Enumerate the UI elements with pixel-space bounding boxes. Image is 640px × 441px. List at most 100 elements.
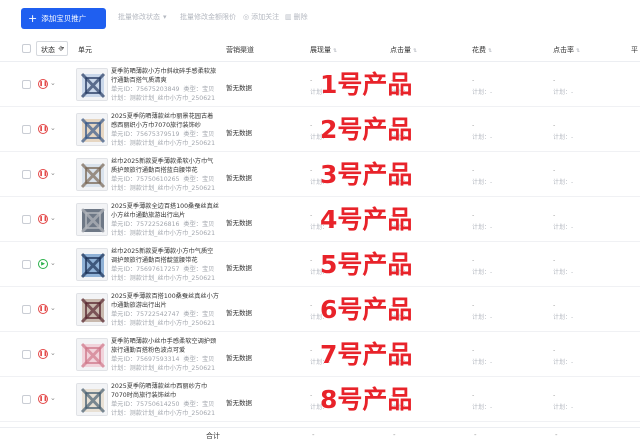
chevron-down-icon[interactable]: ⌄: [50, 259, 56, 267]
product-thumbnail: [76, 248, 108, 281]
product-title[interactable]: 2025夏季防晒薄款丝巾西丽纱方巾7070时尚旅行装饰丝巾: [111, 382, 219, 400]
row-checkbox[interactable]: [22, 125, 31, 134]
table-row[interactable]: ▶ ⌄ 丝巾2025新款夏季薄款小方巾气质空调护颈旅行通勤百搭靛蓝腰带花 单元I…: [0, 242, 640, 287]
unit-header: 单元: [78, 46, 92, 54]
chevron-down-icon[interactable]: ⌄: [50, 124, 56, 132]
table-row[interactable]: ❚❚ ⌄ 2025夏季薄款百搭100桑蚕丝真丝小方巾通勤旅游出行出片 单元ID：…: [0, 287, 640, 332]
row-checkbox[interactable]: [22, 260, 31, 269]
chevron-down-icon[interactable]: ⌄: [50, 304, 56, 312]
impressions-value: -: [310, 301, 313, 309]
pause-status-icon[interactable]: ❚❚: [38, 304, 48, 314]
row-checkbox[interactable]: [22, 350, 31, 359]
cost-value: -: [472, 121, 475, 129]
plan-name: 计划：测款计划_丝巾小方巾_250621: [111, 95, 216, 102]
product-title[interactable]: 丝巾2025新款夏季薄款柔软小方巾气质护颈旅行通勤百搭蓝白腰带花: [111, 157, 219, 175]
product-thumbnail: [76, 383, 108, 416]
ctr-sub: 计划：-: [553, 314, 574, 321]
unit-id: 单元ID：75675203849: [111, 86, 180, 93]
cost-header[interactable]: 花费 ⇅: [472, 45, 492, 55]
impressions-header[interactable]: 展现量 ⇅: [310, 45, 337, 55]
pause-status-icon[interactable]: ❚❚: [38, 349, 48, 359]
impressions-value: -: [310, 346, 313, 354]
table-row[interactable]: ❚❚ ⌄ 2025夏季薄款全边百搭100桑蚕丝真丝小方丝巾通勤旅游出行出片 单元…: [0, 197, 640, 242]
impressions-value: -: [310, 166, 313, 174]
plan-name: 计划：测款计划_丝巾小方巾_250621: [111, 140, 216, 147]
unit-type: 类型：宝贝: [183, 266, 215, 273]
cost-value: -: [472, 256, 475, 264]
plan-name: 计划：测款计划_丝巾小方巾_250621: [111, 230, 216, 237]
pause-status-icon[interactable]: ❚❚: [38, 124, 48, 134]
impressions-value: -: [310, 391, 313, 399]
table-row[interactable]: ❚❚ ⌄ 2025夏季防晒薄款丝巾丽景花园古着感西丽织小方巾7070旅行装饰纱 …: [0, 107, 640, 152]
pause-status-icon[interactable]: ❚❚: [38, 79, 48, 89]
product-title[interactable]: 夏季防晒薄款小方巾斜纹碎手感柔软旅行通勤百搭气质清爽: [111, 67, 219, 85]
unit-type: 类型：宝贝: [183, 131, 215, 138]
table-header: 状态 ▾ ✥ 单元 营销渠道 展现量 ⇅ 点击量 ⇅ 花费 ⇅ 点击率 ⇅ 平: [0, 36, 640, 62]
select-all-checkbox[interactable]: [22, 44, 31, 53]
product-number-label: 6号产品: [320, 295, 413, 324]
ctr-value: -: [553, 346, 556, 354]
marketing-scene-value: 暂无数据: [226, 174, 252, 182]
unit-id: 单元ID：75697617257: [111, 266, 180, 273]
chevron-down-icon[interactable]: ⌄: [50, 169, 56, 177]
ctr-value: -: [553, 211, 556, 219]
cost-value: -: [472, 211, 475, 219]
follow-icon: ◎: [243, 13, 250, 21]
product-thumbnail: [76, 338, 108, 371]
product-title[interactable]: 夏季防晒薄款小丝巾手感柔软空调护颈旅行通勤百搭粉色波点可爱: [111, 337, 219, 355]
unit-type: 类型：宝贝: [183, 401, 215, 408]
product-thumbnail: [76, 158, 108, 191]
row-checkbox[interactable]: [22, 170, 31, 179]
ctr-header[interactable]: 点击率 ⇅: [553, 45, 580, 55]
ctr-sub: 计划：-: [553, 359, 574, 366]
plan-name: 计划：测款计划_丝巾小方巾_250621: [111, 185, 216, 192]
column-settings-icon[interactable]: ✥: [58, 45, 64, 53]
pause-status-icon[interactable]: ❚❚: [38, 214, 48, 224]
ctr-sub: 计划：-: [553, 89, 574, 96]
play-status-icon[interactable]: ▶: [38, 259, 48, 269]
cost-sub: 计划：-: [472, 179, 493, 186]
batch-status-dropdown[interactable]: 批量修改状态 ▾: [118, 12, 169, 22]
marketing-scene-value: 暂无数据: [226, 309, 252, 317]
pause-status-icon[interactable]: ❚❚: [38, 394, 48, 404]
cost-value: -: [472, 76, 475, 84]
marketing-scene-value: 暂无数据: [226, 399, 252, 407]
row-checkbox[interactable]: [22, 80, 31, 89]
unit-type: 类型：宝贝: [183, 356, 215, 363]
row-checkbox[interactable]: [22, 305, 31, 314]
plus-icon: +: [28, 12, 38, 25]
table-row[interactable]: ❚❚ ⌄ 2025夏季防晒薄款丝巾西丽纱方巾7070时尚旅行装饰丝巾 单元ID：…: [0, 377, 640, 422]
row-checkbox[interactable]: [22, 215, 31, 224]
product-title[interactable]: 2025夏季防晒薄款丝巾丽景花园古着感西丽织小方巾7070旅行装饰纱: [111, 112, 219, 130]
cost-sub: 计划：-: [472, 404, 493, 411]
chevron-down-icon[interactable]: ⌄: [50, 79, 56, 87]
cost-value: -: [472, 166, 475, 174]
table-row[interactable]: ❚❚ ⌄ 夏季防晒薄款小丝巾手感柔软空调护颈旅行通勤百搭粉色波点可爱 单元ID：…: [0, 332, 640, 377]
sort-icon: ⇅: [576, 48, 581, 54]
add-product-promotion-button[interactable]: + 添加宝贝推广: [21, 8, 106, 29]
ctr-value: -: [553, 301, 556, 309]
product-title[interactable]: 2025夏季薄款百搭100桑蚕丝真丝小方巾通勤旅游出行出片: [111, 292, 219, 310]
product-thumbnail: [76, 113, 108, 146]
product-thumbnail: [76, 203, 108, 236]
ctr-value: -: [553, 391, 556, 399]
row-checkbox[interactable]: [22, 395, 31, 404]
impressions-value: -: [310, 211, 313, 219]
chevron-down-icon: ▾: [163, 13, 167, 21]
product-title[interactable]: 丝巾2025新款夏季薄款小方巾气质空调护颈旅行通勤百搭靛蓝腰带花: [111, 247, 219, 265]
table-row[interactable]: ❚❚ ⌄ 丝巾2025新款夏季薄款柔软小方巾气质护颈旅行通勤百搭蓝白腰带花 单元…: [0, 152, 640, 197]
unit-id: 单元ID：75750610265: [111, 176, 180, 183]
batch-budget-button[interactable]: 批量修改金额限价: [180, 12, 236, 22]
chevron-down-icon[interactable]: ⌄: [50, 349, 56, 357]
pause-status-icon[interactable]: ❚❚: [38, 169, 48, 179]
unit-type: 类型：宝贝: [183, 311, 215, 318]
product-title[interactable]: 2025夏季薄款全边百搭100桑蚕丝真丝小方丝巾通勤旅游出行出片: [111, 202, 219, 220]
marketing-scene-value: 暂无数据: [226, 264, 252, 272]
clicks-header[interactable]: 点击量 ⇅: [390, 45, 417, 55]
chevron-down-icon[interactable]: ⌄: [50, 394, 56, 402]
unit-type: 类型：宝贝: [183, 176, 215, 183]
delete-button[interactable]: ▥ 删除: [285, 12, 308, 22]
chevron-down-icon[interactable]: ⌄: [50, 214, 56, 222]
add-follow-button[interactable]: ◎ 添加关注: [243, 12, 279, 22]
table-row[interactable]: ❚❚ ⌄ 夏季防晒薄款小方巾斜纹碎手感柔软旅行通勤百搭气质清爽 单元ID：756…: [0, 62, 640, 107]
